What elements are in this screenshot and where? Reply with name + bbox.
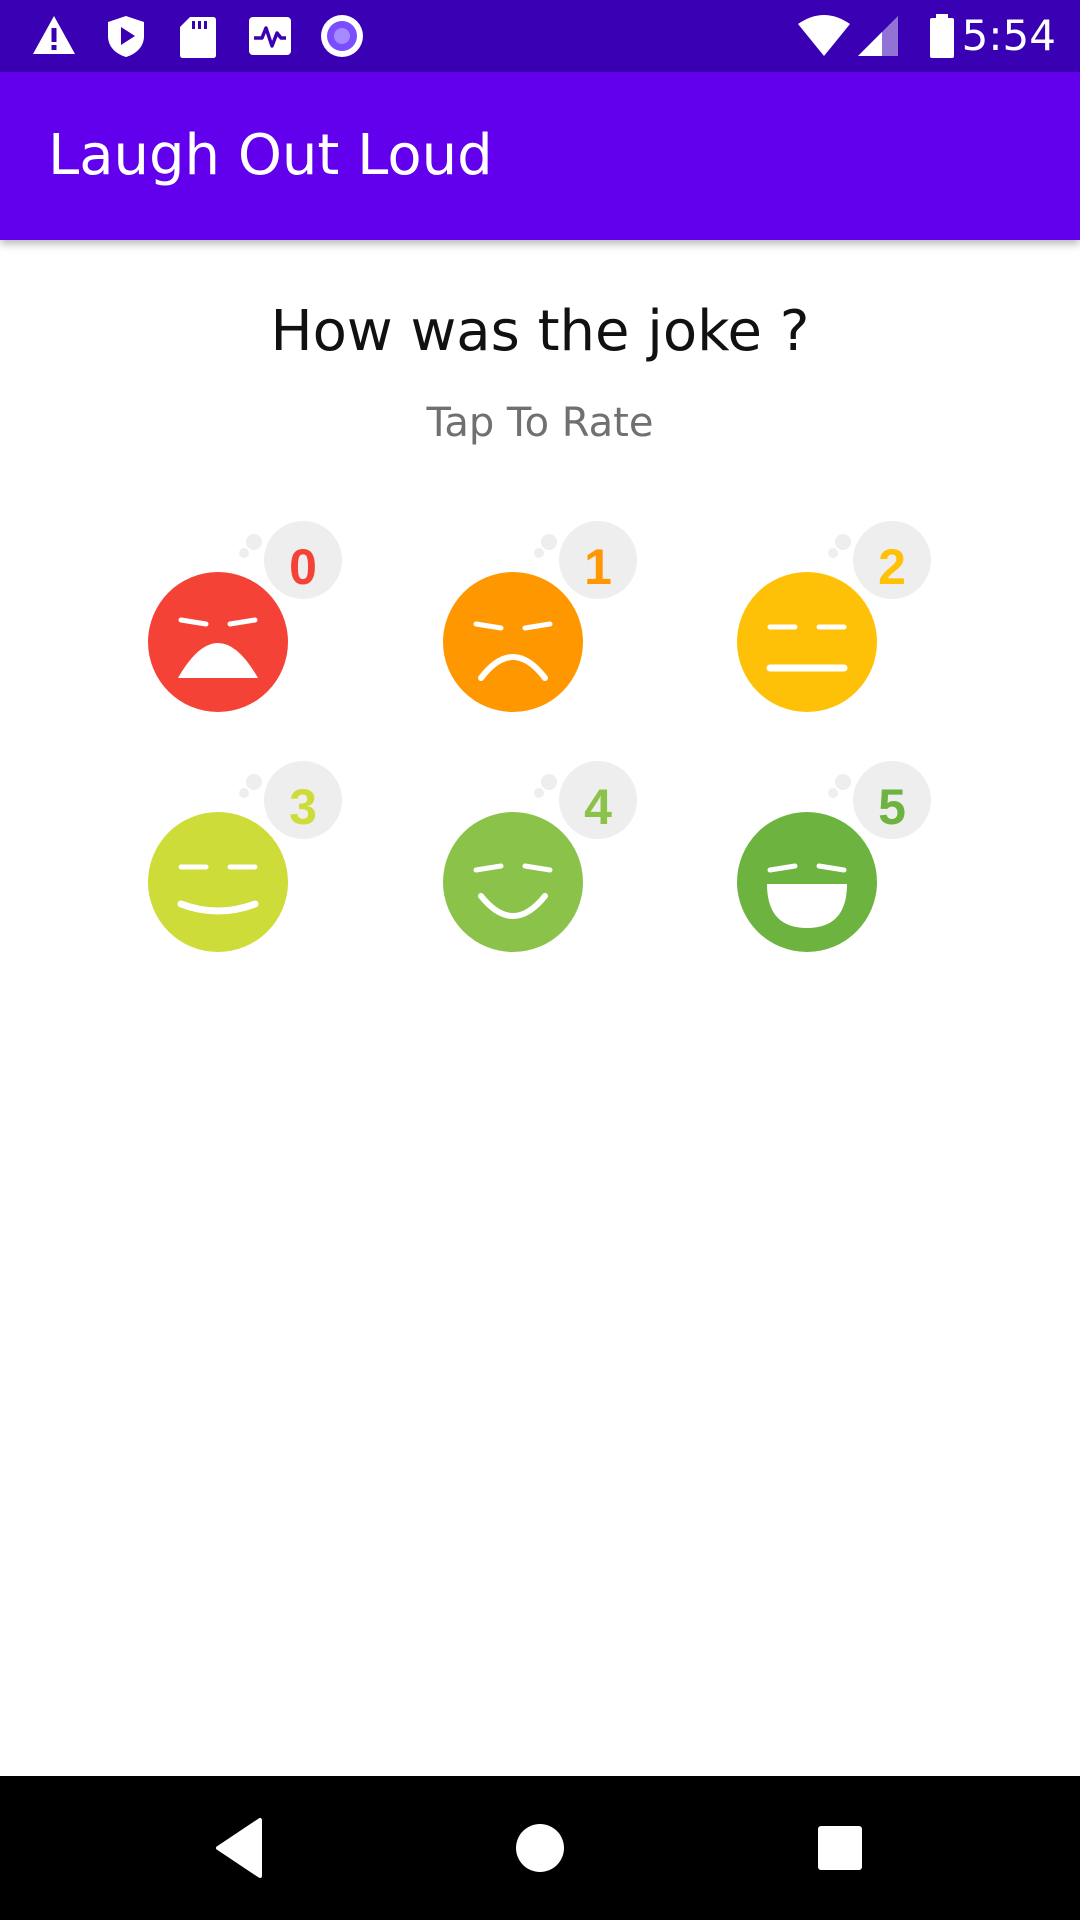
rating-option-1[interactable]: 1 [443,512,663,712]
wifi-icon [798,15,850,56]
play-shield-icon [108,16,144,57]
app-title: Laugh Out Loud [48,123,493,188]
rating-option-3[interactable]: 3 [148,752,368,952]
rating-option-0[interactable]: 0 [148,512,368,712]
tap-to-rate-label: Tap To Rate [426,400,654,446]
record-icon [321,15,363,57]
rating-number: 3 [289,779,317,835]
warning-icon [33,16,75,54]
question-title: How was the joke ? [270,299,810,364]
back-icon[interactable] [204,1812,276,1884]
sd-card-icon [180,17,216,58]
app-bar: Laugh Out Loud [0,72,1080,240]
rating-number: 0 [289,539,317,595]
home-icon[interactable] [504,1812,576,1884]
rating-option-4[interactable]: 4 [443,752,663,952]
rating-number: 5 [878,779,906,835]
navigation-bar [0,1776,1080,1920]
status-time: 5:54 [961,11,1056,60]
activity-monitor-icon [249,17,291,55]
cell-signal-icon [858,16,898,56]
recents-icon[interactable] [804,1812,876,1884]
status-bar: 5:54 [0,0,1080,72]
rating-option-2[interactable]: 2 [737,512,957,712]
battery-icon [930,14,954,58]
rating-number: 1 [584,539,612,595]
rating-option-5[interactable]: 5 [737,752,957,952]
rating-number: 4 [584,779,612,835]
rating-number: 2 [878,539,906,595]
